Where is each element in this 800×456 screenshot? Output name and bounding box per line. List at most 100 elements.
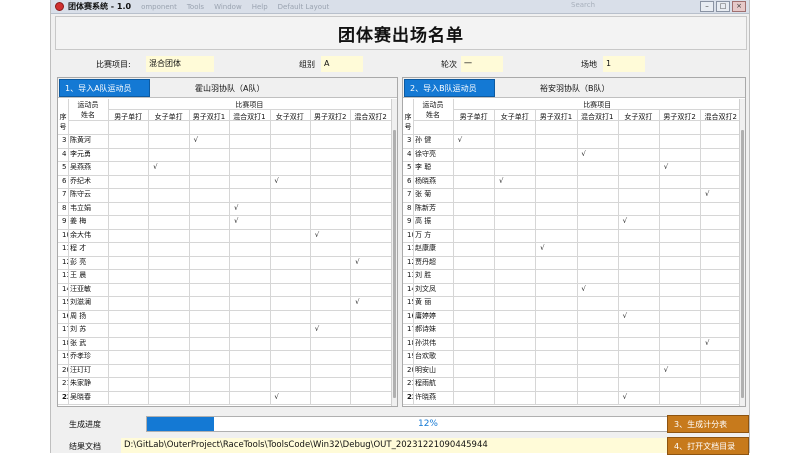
table-row[interactable] — [403, 269, 741, 283]
selection-check-mark[interactable]: √ — [621, 310, 629, 324]
team-b-panel: 2、导入B队运动员 裕安羽协队（B队） 序号 运动员 姓名 比赛项目 男子单打 女子单打男… — [402, 77, 746, 407]
row-index: 10 — [407, 230, 413, 239]
open-folder-button[interactable]: 4、打开文档目录 — [667, 437, 749, 455]
selection-check-mark[interactable]: √ — [313, 229, 321, 243]
athlete-name: 姜 梅 — [70, 217, 87, 225]
athlete-name: 程 才 — [70, 244, 87, 252]
selection-check-mark[interactable]: √ — [580, 283, 588, 297]
selection-check-mark[interactable]: √ — [662, 364, 670, 378]
selection-check-mark[interactable]: √ — [232, 215, 240, 229]
row-index: 19 — [407, 352, 413, 360]
team-b-name: 裕安羽协队（B队） — [540, 84, 610, 93]
result-path-field[interactable]: D:\GitLab\OuterProject\RaceTools\ToolsCo… — [121, 438, 711, 453]
selection-check-mark[interactable]: √ — [353, 256, 361, 270]
table-row[interactable] — [403, 391, 741, 405]
scrollbar-thumb[interactable] — [741, 130, 744, 398]
vertical-scrollbar[interactable] — [739, 99, 745, 406]
athlete-name: 吴燕燕 — [70, 163, 91, 171]
scrollbar-thumb[interactable] — [393, 130, 396, 398]
row-index: 18 — [62, 338, 68, 347]
athlete-name: 高 振 — [415, 217, 432, 225]
selection-check-mark[interactable]: √ — [353, 296, 361, 310]
table-row[interactable] — [403, 350, 741, 364]
venue-field[interactable]: 1 — [603, 56, 645, 72]
selection-check-mark[interactable]: √ — [232, 202, 240, 216]
table-row[interactable] — [403, 364, 741, 378]
row-index: 5 — [407, 163, 412, 171]
athlete-name: 乔孝珍 — [70, 352, 91, 360]
selection-check-mark[interactable]: √ — [456, 134, 464, 148]
athlete-name: 吴晓春 — [70, 392, 91, 401]
selection-check-mark[interactable]: √ — [621, 215, 629, 229]
selection-check-mark[interactable]: √ — [662, 161, 670, 175]
selection-check-mark[interactable]: √ — [313, 323, 321, 337]
table-row[interactable] — [403, 161, 741, 175]
table-row[interactable] — [403, 377, 741, 391]
table-row[interactable] — [403, 283, 741, 297]
window-title: 团体赛系统 - 1.0 — [68, 2, 132, 11]
athlete-name: 台欢歌 — [415, 352, 436, 360]
table-row[interactable] — [403, 296, 741, 310]
selection-check-mark[interactable]: √ — [273, 175, 281, 189]
row-index: 20 — [62, 365, 68, 374]
event-field[interactable]: 混合团体 — [146, 56, 214, 72]
row-index: 9 — [407, 217, 412, 225]
round-field[interactable]: 一 — [461, 56, 503, 72]
generate-scoresheet-button[interactable]: 3、生成计分表 — [667, 415, 749, 433]
table-row[interactable] — [403, 310, 741, 324]
group-label: 组别 — [299, 60, 315, 69]
table-row[interactable] — [403, 256, 741, 270]
selection-check-mark[interactable]: √ — [273, 391, 281, 405]
row-index: 21 — [407, 379, 413, 387]
selection-check-mark[interactable]: √ — [580, 148, 588, 162]
table-row[interactable] — [403, 215, 741, 229]
col-header-index: 序号 — [59, 113, 67, 131]
athlete-name: 李 聪 — [415, 163, 432, 171]
table-row[interactable] — [403, 323, 741, 337]
athlete-name: 杨晓燕 — [415, 176, 436, 185]
app-window: 团体赛系统 - 1.0 omponent Tools Window Help D… — [50, 0, 750, 455]
close-button[interactable]: × — [732, 1, 746, 12]
selection-check-mark[interactable]: √ — [703, 337, 711, 351]
athlete-name: 孙洪伟 — [415, 338, 436, 347]
selection-check-mark[interactable]: √ — [538, 242, 546, 256]
selection-check-mark[interactable]: √ — [621, 391, 629, 405]
row-index: 14 — [407, 284, 413, 293]
ghost-search: Search — [571, 1, 596, 9]
row-index: 13 — [407, 271, 413, 279]
row-index: 21 — [62, 379, 68, 387]
table-row[interactable] — [403, 229, 741, 243]
table-row[interactable] — [403, 134, 741, 148]
athlete-name: 彭 亮 — [70, 257, 87, 266]
table-row[interactable] — [403, 337, 741, 351]
row-index: 3 — [62, 136, 67, 144]
athlete-name: 张 武 — [70, 338, 87, 347]
table-row[interactable] — [403, 188, 741, 202]
ghost-menu-tools: Tools — [186, 2, 205, 11]
import-team-b-button[interactable]: 2、导入B队运动员 — [404, 79, 495, 97]
vertical-scrollbar[interactable] — [391, 99, 397, 406]
selection-check-mark[interactable]: √ — [703, 188, 711, 202]
table-row[interactable] — [403, 202, 741, 216]
group-field[interactable]: A — [321, 56, 363, 72]
col-header-athlete: 运动员 — [77, 101, 99, 109]
athlete-name: 万 方 — [415, 230, 432, 239]
selection-check-mark[interactable]: √ — [497, 175, 505, 189]
row-index: 15 — [62, 298, 68, 306]
row-index: 7 — [62, 190, 67, 198]
table-row[interactable] — [403, 175, 741, 189]
row-index: 4 — [407, 149, 412, 158]
minimize-button[interactable]: – — [700, 1, 714, 12]
row-index: 6 — [62, 176, 67, 185]
athlete-name: 明安山 — [415, 365, 436, 374]
table-row[interactable] — [403, 242, 741, 256]
athlete-name: 庸婷婷 — [415, 311, 436, 320]
selection-check-mark[interactable]: √ — [192, 134, 200, 148]
maximize-button[interactable]: □ — [716, 1, 730, 12]
import-team-a-button[interactable]: 1、导入A队运动员 — [59, 79, 150, 97]
table-row[interactable] — [403, 148, 741, 162]
title-bar: 团体赛系统 - 1.0 omponent Tools Window Help D… — [51, 0, 749, 14]
selection-check-mark[interactable]: √ — [151, 161, 159, 175]
row-index: 22 — [62, 392, 68, 401]
athlete-name: 贾丹超 — [415, 257, 436, 266]
